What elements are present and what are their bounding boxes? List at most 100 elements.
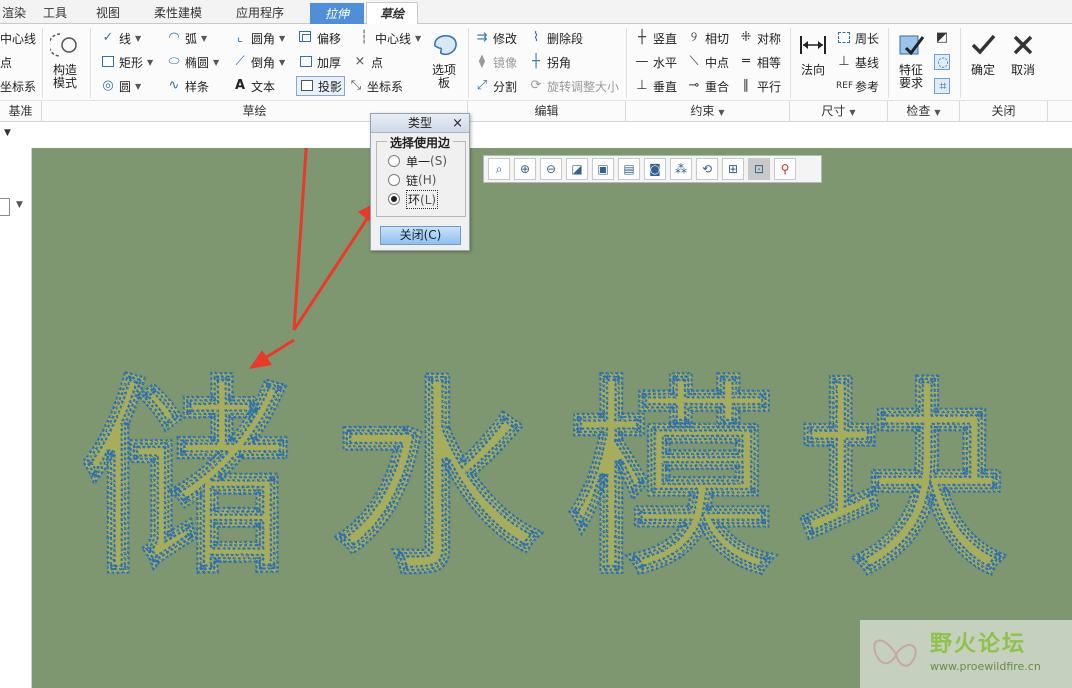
radio-single-dot[interactable] xyxy=(388,155,400,167)
construct-mode-button[interactable]: 构造 模式 xyxy=(48,30,82,90)
display-style-button[interactable]: ▣ xyxy=(592,158,614,180)
open-ends-inspect-button[interactable]: ⌗ xyxy=(934,76,953,96)
sketch-graphics: 储水模块 xyxy=(81,148,1008,604)
radio-loop-dot[interactable] xyxy=(388,193,400,205)
project-tool[interactable]: 投影 xyxy=(296,76,346,96)
tab-tools[interactable]: 工具 xyxy=(32,2,78,24)
tab-flexible-modeling[interactable]: 柔性建模 xyxy=(140,2,216,24)
corner-icon: ┼ xyxy=(532,54,540,69)
offset-tool[interactable]: 偏移 xyxy=(298,28,341,48)
annotation-display-button[interactable]: ⊞ xyxy=(722,158,744,180)
datum-coordsys[interactable]: 坐标系 xyxy=(0,76,36,96)
dropdown-arrow-icon[interactable]: ▼ xyxy=(16,200,23,210)
text-tool[interactable]: A 文本 xyxy=(232,76,275,96)
radio-chain[interactable]: 链 (H) xyxy=(388,171,436,189)
tab-extrude[interactable]: 拉伸 xyxy=(310,3,364,24)
ribbon: 中心线 点 坐标系 构造 模式 ✓ 线 ▼ 矩形 ▼ ◎ 圆 ▼ ◠ 弧 ▼ ⬭ 椭圆 ▼… xyxy=(0,24,1072,122)
tab-render[interactable]: 渲染 xyxy=(0,2,28,24)
corner-label: 拐角 xyxy=(547,55,572,70)
view-manager-button[interactable]: ◙ xyxy=(644,158,666,180)
corner-tool[interactable]: ┼ 拐角 xyxy=(528,52,571,72)
graphics-window[interactable]: 储水模块 ⌕ ⊕ ⊖ ◪ ▣ ▤ ◙ ⁂ ⟲ ⊞ ⊡ ⚲ xyxy=(32,148,1072,688)
saved-views-button[interactable]: ▤ xyxy=(618,158,640,180)
sketch-character[interactable]: 块 xyxy=(796,357,1008,604)
thicken-tool[interactable]: 加厚 xyxy=(298,52,341,72)
midpoint-icon: ⟍ xyxy=(689,54,699,69)
tab-view[interactable]: 视图 xyxy=(84,2,132,24)
collapse-arrow-icon[interactable]: ▼ xyxy=(4,128,11,138)
parallel-icon: ∥ xyxy=(742,78,750,93)
zoom-in-button[interactable]: ⊕ xyxy=(514,158,536,180)
palette-button[interactable]: 选项 板 xyxy=(424,30,464,90)
group-constrain[interactable]: 约束 ▼ xyxy=(626,101,790,122)
chamfer-tool[interactable]: ⟋ 倒角 ▼ xyxy=(232,52,285,72)
reference-tool[interactable]: REF 参考 xyxy=(836,76,879,96)
cancel-button[interactable]: 取消 xyxy=(1006,30,1040,77)
radio-loop[interactable]: 环(L) xyxy=(388,189,439,209)
sketch-character[interactable]: 储 xyxy=(81,357,293,604)
spin-center-button[interactable]: ⟲ xyxy=(696,158,718,180)
arc-tool[interactable]: ◠ 弧 ▼ xyxy=(166,28,207,48)
document-icon[interactable] xyxy=(0,198,10,216)
radio-chain-dot[interactable] xyxy=(388,174,400,186)
group-datum[interactable]: 基准 xyxy=(0,101,42,122)
tangent-icon: ୨ xyxy=(690,30,698,45)
display-style-icon: ▣ xyxy=(597,162,609,176)
zoom-fit-button[interactable]: ⌕ xyxy=(488,158,510,180)
midpoint-constraint[interactable]: ⟍ 中点 xyxy=(686,52,729,72)
circle-icon: ◎ xyxy=(102,78,114,93)
sketcher-display-button[interactable]: ⚲ xyxy=(774,158,796,180)
group-dimension[interactable]: 尺寸 ▼ xyxy=(790,101,888,122)
perimeter-tool[interactable]: 周长 xyxy=(836,28,879,48)
datum-display-button[interactable]: ⁂ xyxy=(670,158,692,180)
line-tool[interactable]: ✓ 线 ▼ xyxy=(100,28,142,48)
sketch-character-glyph: 块 xyxy=(797,358,1007,603)
fillet-tool[interactable]: ⌞ 圆角 ▼ xyxy=(232,28,285,48)
arc-label: 弧 xyxy=(185,31,198,46)
rectangle-tool[interactable]: 矩形 ▼ xyxy=(100,52,153,72)
horizontal-constraint[interactable]: — 水平 xyxy=(634,52,678,72)
watermark: 野火论坛 www.proewildfire.cn xyxy=(860,620,1072,688)
tab-sketch[interactable]: 草绘 xyxy=(366,2,418,25)
coincident-constraint[interactable]: ⊸ 重合 xyxy=(686,76,729,96)
sketch-character[interactable]: 水 xyxy=(331,357,544,604)
parallel-constraint[interactable]: ∥ 平行 xyxy=(738,76,781,96)
divide-tool[interactable]: ⤢ 分割 xyxy=(474,76,517,96)
annotation-display-icon: ⊞ xyxy=(727,162,739,176)
sketch-character[interactable]: 模 xyxy=(566,357,778,604)
symmetric-constraint[interactable]: ⁜ 对称 xyxy=(738,28,781,48)
datum-centerline[interactable]: 中心线 xyxy=(0,28,36,48)
ok-button[interactable]: 确定 xyxy=(966,30,1000,77)
sketch-view-button[interactable]: ⊡ xyxy=(748,158,770,180)
delete-segment-tool[interactable]: ⌇ 删除段 xyxy=(528,28,583,48)
horizontal-constraint-label: 水平 xyxy=(653,55,678,70)
coordsys-tool[interactable]: ⤡ 坐标系 xyxy=(348,76,403,96)
tab-applications[interactable]: 应用程序 xyxy=(222,2,298,24)
group-inspect[interactable]: 检查 ▼ xyxy=(888,101,960,122)
mirror-tool[interactable]: ⧫ 镜像 xyxy=(474,52,517,72)
baseline-tool[interactable]: ⊥ 基线 xyxy=(836,52,879,72)
normal-dimension-button[interactable]: 法向 xyxy=(796,30,830,77)
perpendicular-constraint[interactable]: ⊥ 垂直 xyxy=(634,76,677,96)
rotate-resize-tool[interactable]: ⟳ 旋转调整大小 xyxy=(528,76,619,96)
shade-inspect-button[interactable]: ◌ xyxy=(934,52,953,72)
circle-tool[interactable]: ◎ 圆 ▼ xyxy=(100,76,141,96)
radio-single[interactable]: 单一 (S) xyxy=(388,152,447,170)
coordsys-label: 坐标系 xyxy=(367,79,404,94)
vertical-constraint[interactable]: ┼ 竖直 xyxy=(634,28,677,48)
overlap-inspect-button[interactable]: ◩ xyxy=(934,28,953,48)
equal-constraint[interactable]: ═ 相等 xyxy=(738,52,781,72)
circle-label: 圆 xyxy=(119,79,132,94)
centerline-tool[interactable]: ┆ 中心线 ▼ xyxy=(356,28,421,48)
zoom-out-button[interactable]: ⊖ xyxy=(540,158,562,180)
datum-point[interactable]: 点 xyxy=(0,52,12,72)
point-tool[interactable]: × 点 xyxy=(352,52,383,72)
ellipse-tool[interactable]: ⬭ 椭圆 ▼ xyxy=(166,52,219,72)
repaint-button[interactable]: ◪ xyxy=(566,158,588,180)
modify-tool[interactable]: ⇉ 修改 xyxy=(474,28,517,48)
close-icon[interactable]: × xyxy=(452,114,463,133)
spline-tool[interactable]: ∿ 样条 xyxy=(166,76,209,96)
dialog-close-button[interactable]: 关闭(C) xyxy=(380,226,461,245)
tangent-constraint[interactable]: ୨ 相切 xyxy=(686,28,729,48)
feature-requirements-button[interactable]: 特征 要求 xyxy=(894,30,928,90)
